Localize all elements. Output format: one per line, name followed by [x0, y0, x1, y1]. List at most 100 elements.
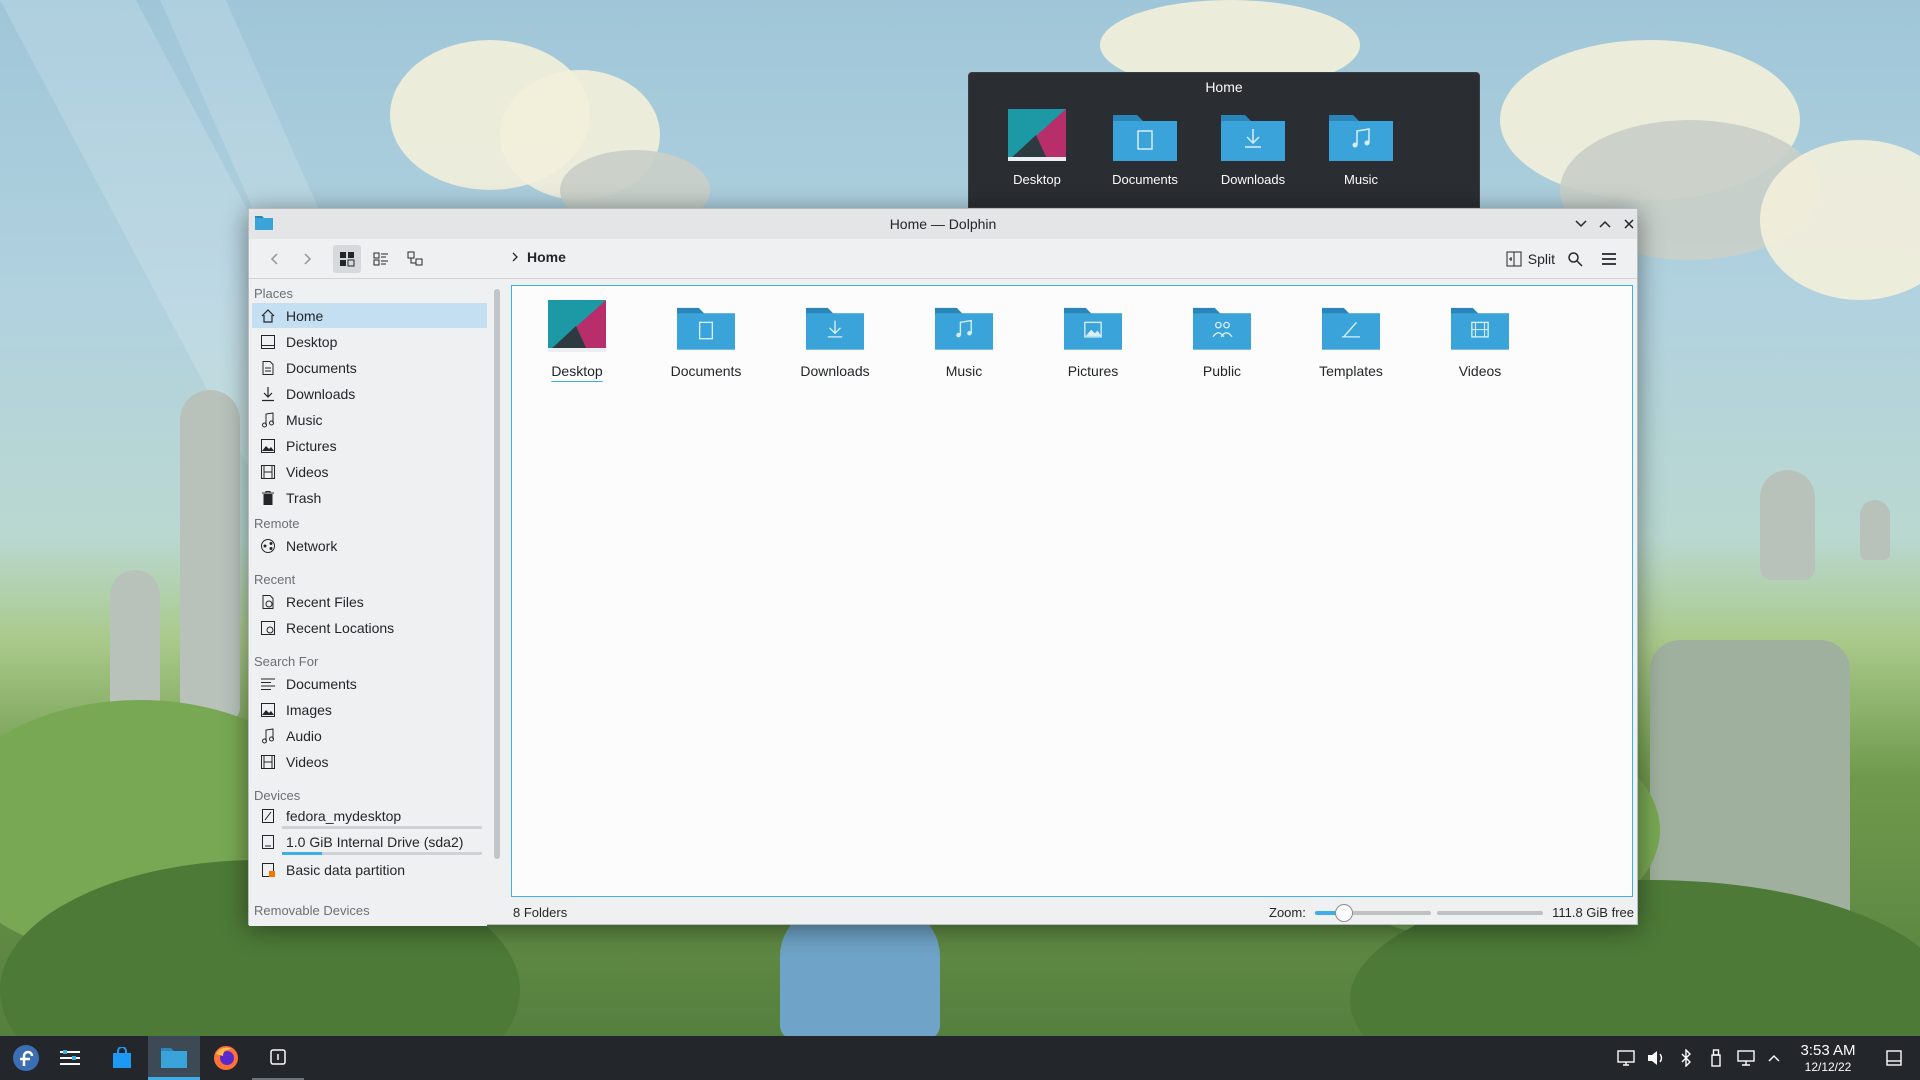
tray-expand-icon[interactable] [1764, 1048, 1784, 1068]
preview-item-desktop[interactable]: Desktop [987, 109, 1087, 187]
split-button[interactable]: Split [1506, 245, 1555, 273]
video-icon [260, 464, 276, 480]
sidebar-item-network[interactable]: Network [252, 533, 487, 558]
folder-count: 8 Folders [513, 905, 568, 920]
zoom-slider[interactable] [1315, 911, 1431, 915]
documents-folder-icon [677, 307, 735, 350]
maximize-button[interactable] [1595, 214, 1615, 234]
close-button[interactable] [1619, 214, 1639, 234]
sidebar-item-downloads[interactable]: Downloads [252, 381, 487, 406]
section-recent: Recent [254, 572, 296, 587]
sidebar-item-search-images[interactable]: Images [252, 697, 487, 722]
sidebar-item-device-fedora[interactable]: fedora_mydesktop [252, 803, 487, 828]
file-item-label: Public [1202, 363, 1242, 379]
arrow-right-icon [304, 253, 312, 265]
sidebar-item-desktop[interactable]: Desktop [252, 329, 487, 354]
taskbar-dolphin[interactable] [148, 1036, 200, 1080]
preview-item-label: Music [1344, 172, 1378, 187]
sidebar-item-device-basic-data[interactable]: Basic data partition [252, 857, 487, 882]
sidebar-item-label: Downloads [286, 385, 356, 402]
search-button[interactable] [1561, 245, 1589, 273]
taskbar-window-item[interactable] [252, 1036, 304, 1080]
search-icon [1568, 252, 1583, 267]
breadcrumb[interactable]: Home [511, 249, 566, 265]
volume-icon[interactable] [1646, 1048, 1666, 1068]
free-space-bar [1437, 911, 1543, 915]
chevron-right-icon [512, 252, 518, 262]
sidebar-item-trash[interactable]: Trash [252, 485, 487, 510]
recent-files-icon [260, 594, 276, 610]
bluetooth-icon[interactable] [1676, 1048, 1696, 1068]
preview-item-music[interactable]: Music [1311, 109, 1411, 187]
fedora-logo-icon [13, 1045, 39, 1071]
sidebar-item-label: Desktop [286, 333, 338, 350]
clock-date: 12/12/22 [1804, 1060, 1852, 1074]
sidebar-item-documents[interactable]: Documents [252, 355, 487, 380]
sidebar-item-label: Documents [286, 675, 357, 692]
clock-time: 3:53 AM [1800, 1042, 1856, 1059]
sidebar-item-label: Home [286, 307, 324, 324]
details-view-button[interactable] [401, 245, 429, 273]
forward-button[interactable] [293, 245, 321, 273]
documents-folder-icon [1113, 115, 1177, 161]
free-space-text: 111.8 GiB free [1552, 905, 1634, 920]
device-usage-bar [282, 852, 482, 855]
sidebar-item-home[interactable]: Home [252, 303, 487, 328]
preview-item-downloads[interactable]: Downloads [1203, 109, 1303, 187]
status-bar: 8 Folders Zoom: 111.8 GiB free [249, 899, 1637, 925]
taskbar-system-settings[interactable] [44, 1036, 96, 1080]
file-item-documents[interactable]: Documents [651, 300, 761, 379]
preview-item-label: Downloads [1220, 172, 1286, 187]
file-item-videos[interactable]: Videos [1425, 300, 1535, 379]
sidebar-item-recent-locations[interactable]: Recent Locations [252, 615, 487, 640]
display-configuration-icon[interactable] [1616, 1048, 1636, 1068]
file-item-downloads[interactable]: Downloads [780, 300, 890, 379]
sidebar-item-pictures[interactable]: Pictures [252, 433, 487, 458]
breadcrumb-home[interactable]: Home [527, 249, 566, 265]
show-desktop-icon[interactable] [1884, 1048, 1904, 1068]
preview-item-documents[interactable]: Documents [1095, 109, 1195, 187]
trash-icon [260, 490, 276, 506]
sidebar-item-label: Network [286, 537, 338, 554]
hamburger-menu-icon [1602, 253, 1616, 265]
sidebar-item-search-audio[interactable]: Audio [252, 723, 487, 748]
usb-device-icon[interactable] [1706, 1048, 1726, 1068]
window-titlebar[interactable]: Home — Dolphin [249, 209, 1637, 239]
back-button[interactable] [261, 245, 289, 273]
download-icon [260, 386, 276, 402]
file-view[interactable]: Desktop Documents Downloads Music Pictur… [511, 285, 1633, 897]
picture-icon [260, 702, 276, 718]
desktop-icon [260, 334, 276, 350]
taskbar-firefox[interactable] [200, 1036, 252, 1080]
main-toolbar: Home Split [249, 239, 1637, 279]
icons-view-button[interactable] [333, 245, 361, 273]
compact-view-icon [373, 252, 388, 266]
sidebar-item-search-videos[interactable]: Videos [252, 749, 487, 774]
file-item-templates[interactable]: Templates [1296, 300, 1406, 379]
sidebar-scrollbar[interactable] [494, 289, 500, 859]
sidebar-item-recent-files[interactable]: Recent Files [252, 589, 487, 614]
menu-button[interactable] [1595, 245, 1623, 273]
device-usage-fill [282, 852, 322, 855]
sidebar-item-label: Videos [286, 753, 329, 770]
file-item-pictures[interactable]: Pictures [1038, 300, 1148, 379]
window-icon [270, 1049, 286, 1065]
partition-icon [260, 862, 276, 878]
sidebar-item-device-sda2[interactable]: 1.0 GiB Internal Drive (sda2) [252, 829, 487, 854]
taskbar-discover[interactable] [96, 1036, 148, 1080]
sidebar-item-music[interactable]: Music [252, 407, 487, 432]
file-item-music[interactable]: Music [909, 300, 1019, 379]
recent-locations-icon [260, 620, 276, 636]
preview-item-label: Documents [1112, 172, 1178, 187]
network-wired-icon[interactable] [1736, 1048, 1756, 1068]
sidebar-item-label: Videos [286, 463, 329, 480]
minimize-button[interactable] [1571, 214, 1591, 234]
zoom-slider-handle[interactable] [1335, 904, 1353, 922]
sidebar-item-search-documents[interactable]: Documents [252, 671, 487, 696]
file-item-public[interactable]: Public [1167, 300, 1277, 379]
digital-clock[interactable]: 3:53 AM 12/12/22 [1796, 1042, 1860, 1074]
close-icon [1624, 219, 1634, 229]
compact-view-button[interactable] [367, 245, 395, 273]
file-item-desktop[interactable]: Desktop [522, 300, 632, 379]
sidebar-item-videos[interactable]: Videos [252, 459, 487, 484]
